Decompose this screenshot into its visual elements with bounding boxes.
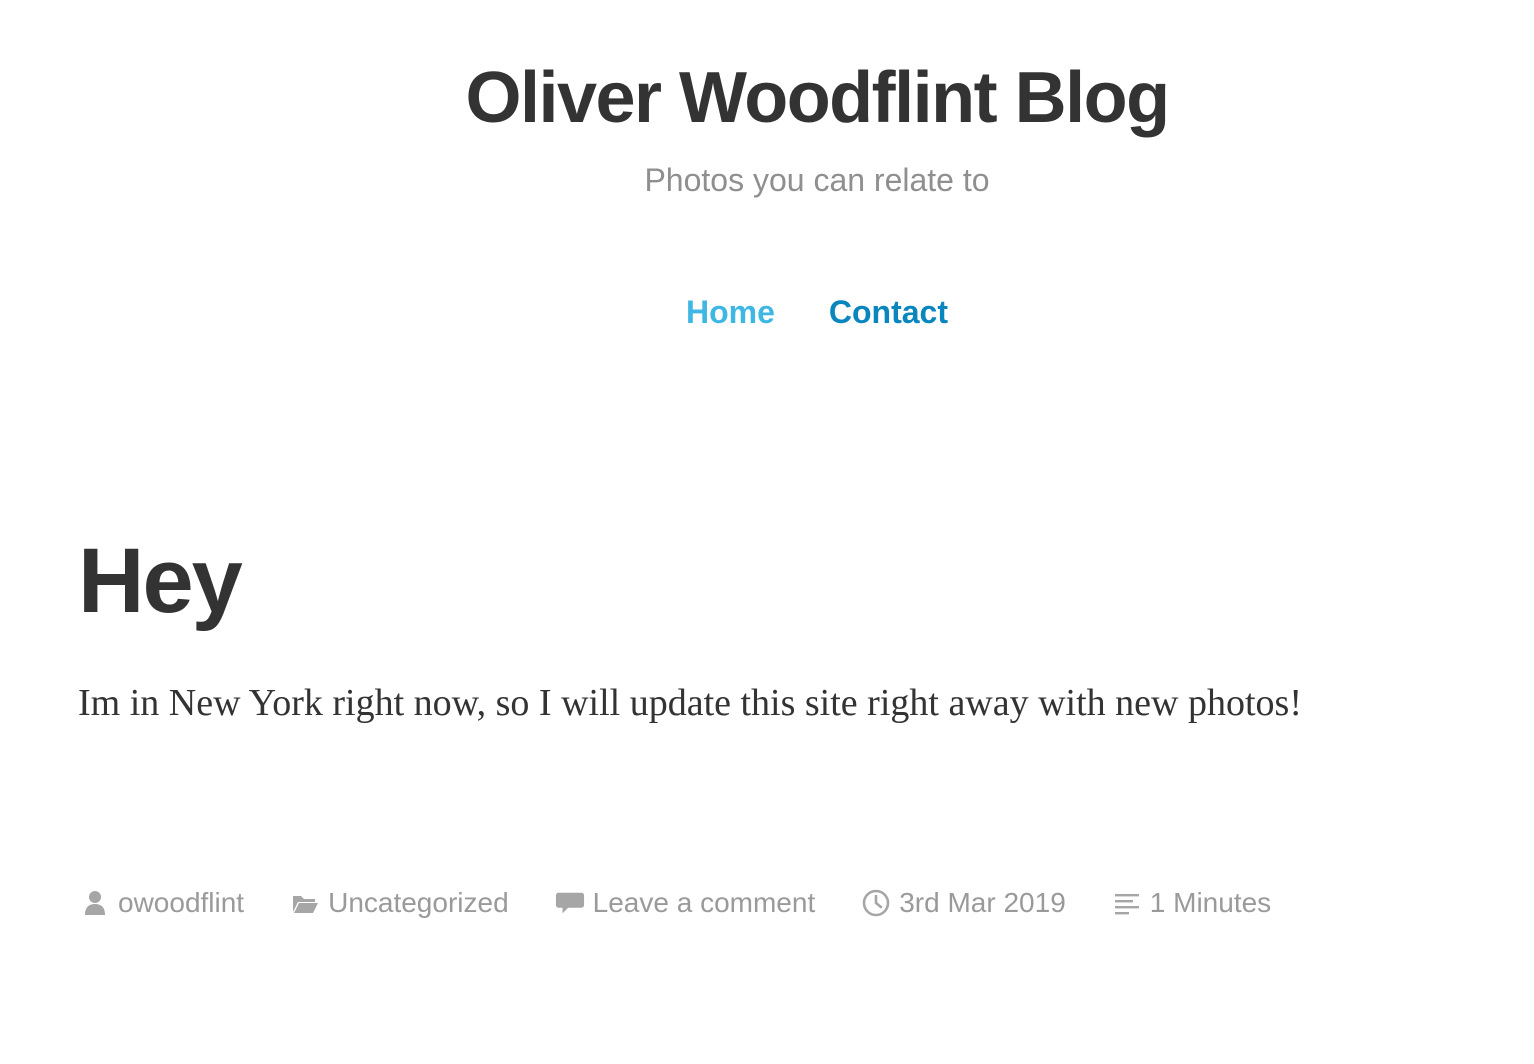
- meta-category: Uncategorized: [290, 884, 509, 922]
- clock-icon: [861, 888, 891, 918]
- meta-reading-time: 1 Minutes: [1112, 884, 1271, 922]
- post-content: Im in New York right now, so I will upda…: [78, 682, 1302, 724]
- site-description: Photos you can relate to: [644, 162, 990, 198]
- meta-date: 3rd Mar 2019: [861, 884, 1066, 922]
- person-icon: [80, 888, 110, 918]
- nav-item-home[interactable]: Home: [686, 292, 775, 332]
- author-link[interactable]: owoodflint: [118, 884, 244, 922]
- main-navigation: Home Contact: [0, 292, 1534, 332]
- comment-icon: [555, 888, 585, 918]
- post-date-link[interactable]: 3rd Mar 2019: [899, 884, 1066, 922]
- site-title[interactable]: Oliver Woodflint Blog: [0, 54, 1534, 142]
- post-title[interactable]: Hey: [78, 528, 243, 634]
- meta-comments: Leave a comment: [555, 884, 816, 922]
- reading-time-text: 1 Minutes: [1149, 887, 1272, 918]
- folder-icon: [290, 888, 320, 918]
- post-meta: owoodflint Uncategorized Leave a comment: [80, 884, 1317, 922]
- nav-item-contact[interactable]: Contact: [829, 292, 948, 332]
- category-link[interactable]: Uncategorized: [328, 884, 509, 922]
- leave-comment-link[interactable]: Leave a comment: [593, 884, 816, 922]
- text-lines-icon: [1112, 888, 1142, 918]
- meta-author: owoodflint: [80, 884, 244, 922]
